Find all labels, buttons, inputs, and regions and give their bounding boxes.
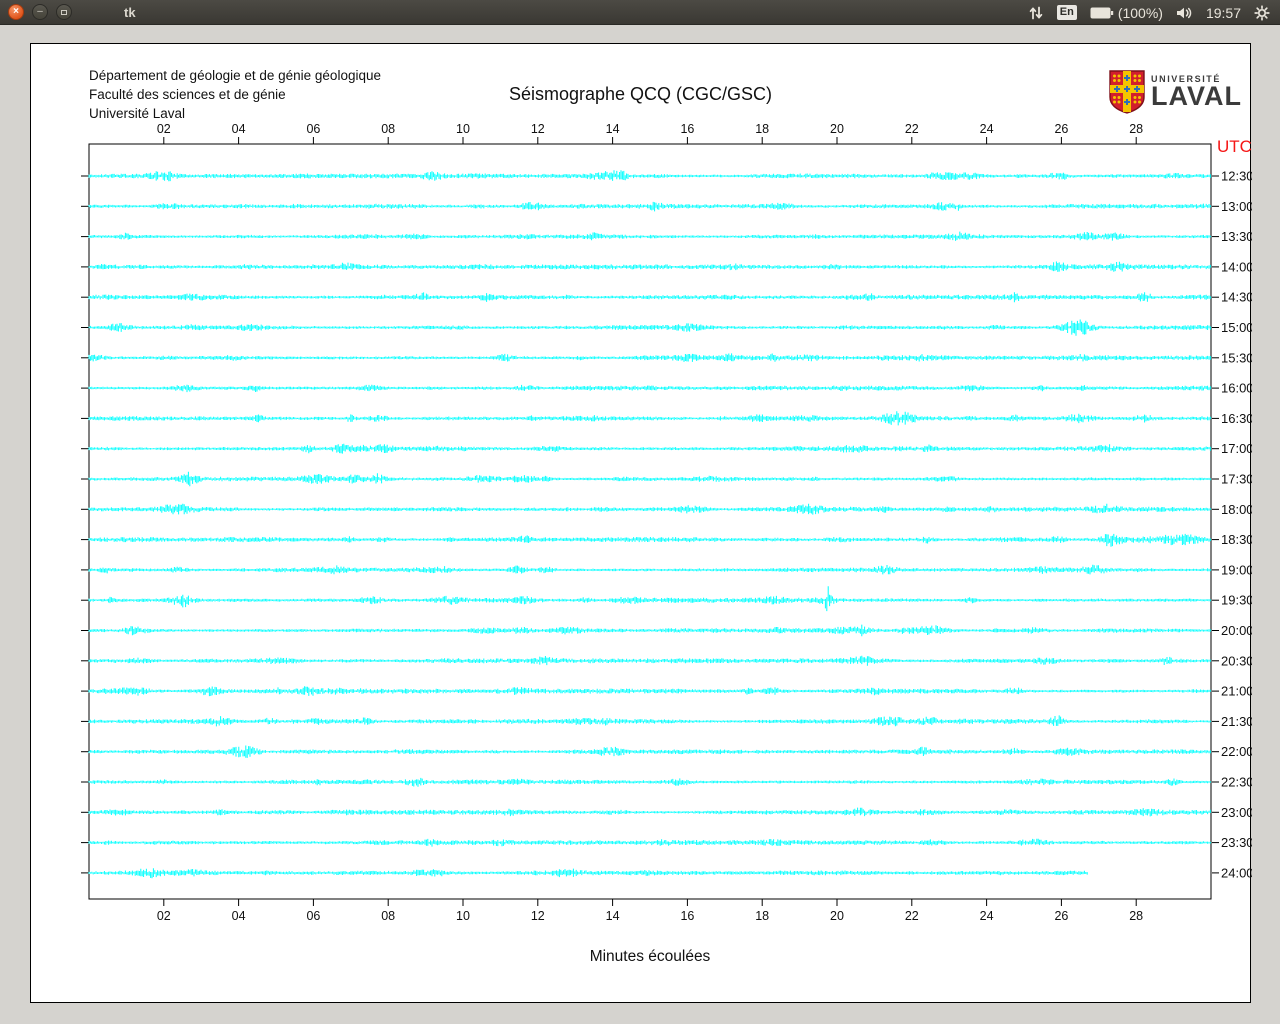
- x-tick-label-bottom: 18: [755, 909, 769, 923]
- seismogram-trace: [88, 261, 1211, 272]
- utc-row-label: 24:00: [1221, 865, 1252, 880]
- utc-row-label: 23:00: [1221, 805, 1252, 820]
- seismogram-trace: [88, 715, 1211, 727]
- battery-percent: (100%): [1117, 4, 1163, 21]
- x-tick-label-bottom: 12: [531, 909, 545, 923]
- helicorder-plot: 02 02 04 04 06 06 08 08 10 10 12 12 14 14 16 16 18 18 20 20…: [81, 122, 1252, 965]
- seismogram-trace: [88, 292, 1211, 303]
- x-tick-label-bottom: 08: [381, 909, 395, 923]
- seismogram-trace: [88, 411, 1211, 426]
- x-tick-label-bottom: 28: [1129, 909, 1143, 923]
- seismogram-trace: [88, 503, 1211, 515]
- x-tick-label-bottom: 20: [830, 909, 844, 923]
- utc-row-label: 22:30: [1221, 775, 1252, 790]
- seismogram-trace: [88, 838, 1211, 847]
- utc-row-label: 16:00: [1221, 381, 1252, 396]
- x-tick-label-top: 14: [606, 122, 620, 136]
- x-tick-label-top: 16: [680, 122, 694, 136]
- seismogram-trace: [88, 471, 1211, 487]
- seismogram-trace: [88, 533, 1211, 547]
- x-axis-title: Minutes écoulées: [590, 948, 711, 965]
- clock[interactable]: 19:57: [1206, 5, 1241, 21]
- x-tick-label-top: 08: [381, 122, 395, 136]
- utc-row-label: 17:30: [1221, 472, 1252, 487]
- battery-indicator[interactable]: (100%): [1090, 5, 1163, 21]
- x-tick-label-top: 10: [456, 122, 470, 136]
- utc-row-label: 14:00: [1221, 259, 1252, 274]
- seismogram-trace: [88, 384, 1211, 393]
- seismogram-trace: [88, 807, 1211, 817]
- x-tick-label-top: 02: [157, 122, 171, 136]
- x-tick-label-top: 24: [980, 122, 994, 136]
- x-tick-label-bottom: 06: [306, 909, 320, 923]
- seismogram-trace: [88, 868, 1088, 879]
- seismograph-window: Département de géologie et de génie géol…: [30, 43, 1252, 1003]
- minimize-button[interactable]: –: [32, 4, 48, 20]
- seismogram-trace: [88, 319, 1211, 336]
- x-tick-label-bottom: 26: [1054, 909, 1068, 923]
- seismogram-trace: [88, 745, 1211, 758]
- seismogram-trace: [88, 564, 1211, 575]
- system-tray: En (100%) 19:57: [1028, 0, 1270, 25]
- utc-row-label: 22:00: [1221, 744, 1252, 759]
- utc-row-label: 23:30: [1221, 835, 1252, 850]
- x-tick-label-top: 18: [755, 122, 769, 136]
- session-gear-icon[interactable]: [1254, 4, 1270, 21]
- x-tick-label-bottom: 24: [980, 909, 994, 923]
- maximize-button[interactable]: [56, 4, 72, 20]
- utc-row-label: 19:00: [1221, 562, 1252, 577]
- x-tick-label-bottom: 16: [680, 909, 694, 923]
- seismogram-trace: [88, 655, 1211, 666]
- utc-row-label: 13:30: [1221, 229, 1252, 244]
- seismogram-trace: [88, 170, 1211, 182]
- x-tick-label-bottom: 04: [232, 909, 246, 923]
- close-button[interactable]: ×: [8, 4, 24, 20]
- utc-row-label: 18:00: [1221, 502, 1252, 517]
- network-updown-icon[interactable]: [1028, 5, 1044, 21]
- maximize-icon: [61, 9, 67, 15]
- x-tick-label-top: 26: [1054, 122, 1068, 136]
- x-tick-label-bottom: 02: [157, 909, 171, 923]
- utc-row-label: 15:30: [1221, 350, 1252, 365]
- utc-row-label: 21:30: [1221, 714, 1252, 729]
- utc-row-label: 14:30: [1221, 290, 1252, 305]
- utc-row-label: 15:00: [1221, 320, 1252, 335]
- volume-icon[interactable]: [1176, 6, 1193, 20]
- x-tick-label-top: 20: [830, 122, 844, 136]
- utc-row-label: 20:30: [1221, 653, 1252, 668]
- utc-row-label: 17:00: [1221, 441, 1252, 456]
- seismogram-trace: [88, 443, 1211, 454]
- x-tick-label-top: 12: [531, 122, 545, 136]
- seismogram-trace: [88, 686, 1211, 697]
- x-tick-label-bottom: 14: [606, 909, 620, 923]
- seismogram-trace: [88, 586, 1211, 612]
- utc-row-label: 12:30: [1221, 169, 1252, 184]
- seismogram-trace: [88, 201, 1211, 212]
- plot-frame: [88, 143, 1212, 900]
- window-titlebar: × – tk En (100%) 19:57: [0, 0, 1280, 25]
- x-tick-label-top: 28: [1129, 122, 1143, 136]
- window-title: tk: [124, 4, 136, 20]
- battery-icon: [1090, 7, 1114, 18]
- seismogram-trace: [88, 777, 1211, 787]
- utc-row-label: 18:30: [1221, 532, 1252, 547]
- seismogram-trace: [88, 231, 1211, 241]
- x-tick-label-bottom: 22: [905, 909, 919, 923]
- window-controls: × –: [0, 4, 72, 20]
- utc-row-label: 16:30: [1221, 411, 1252, 426]
- utc-row-label: 21:00: [1221, 684, 1252, 699]
- utc-axis-label: UTC: [1217, 137, 1252, 156]
- x-tick-label-bottom: 10: [456, 909, 470, 923]
- utc-row-label: 19:30: [1221, 593, 1252, 608]
- seismogram-trace: [88, 353, 1211, 362]
- keyboard-layout-indicator[interactable]: En: [1056, 4, 1077, 21]
- utc-row-label: 13:00: [1221, 199, 1252, 214]
- seismogram-trace: [88, 624, 1211, 637]
- utc-row-label: 20:00: [1221, 623, 1252, 638]
- x-tick-label-top: 04: [232, 122, 246, 136]
- x-tick-label-top: 06: [306, 122, 320, 136]
- x-tick-label-top: 22: [905, 122, 919, 136]
